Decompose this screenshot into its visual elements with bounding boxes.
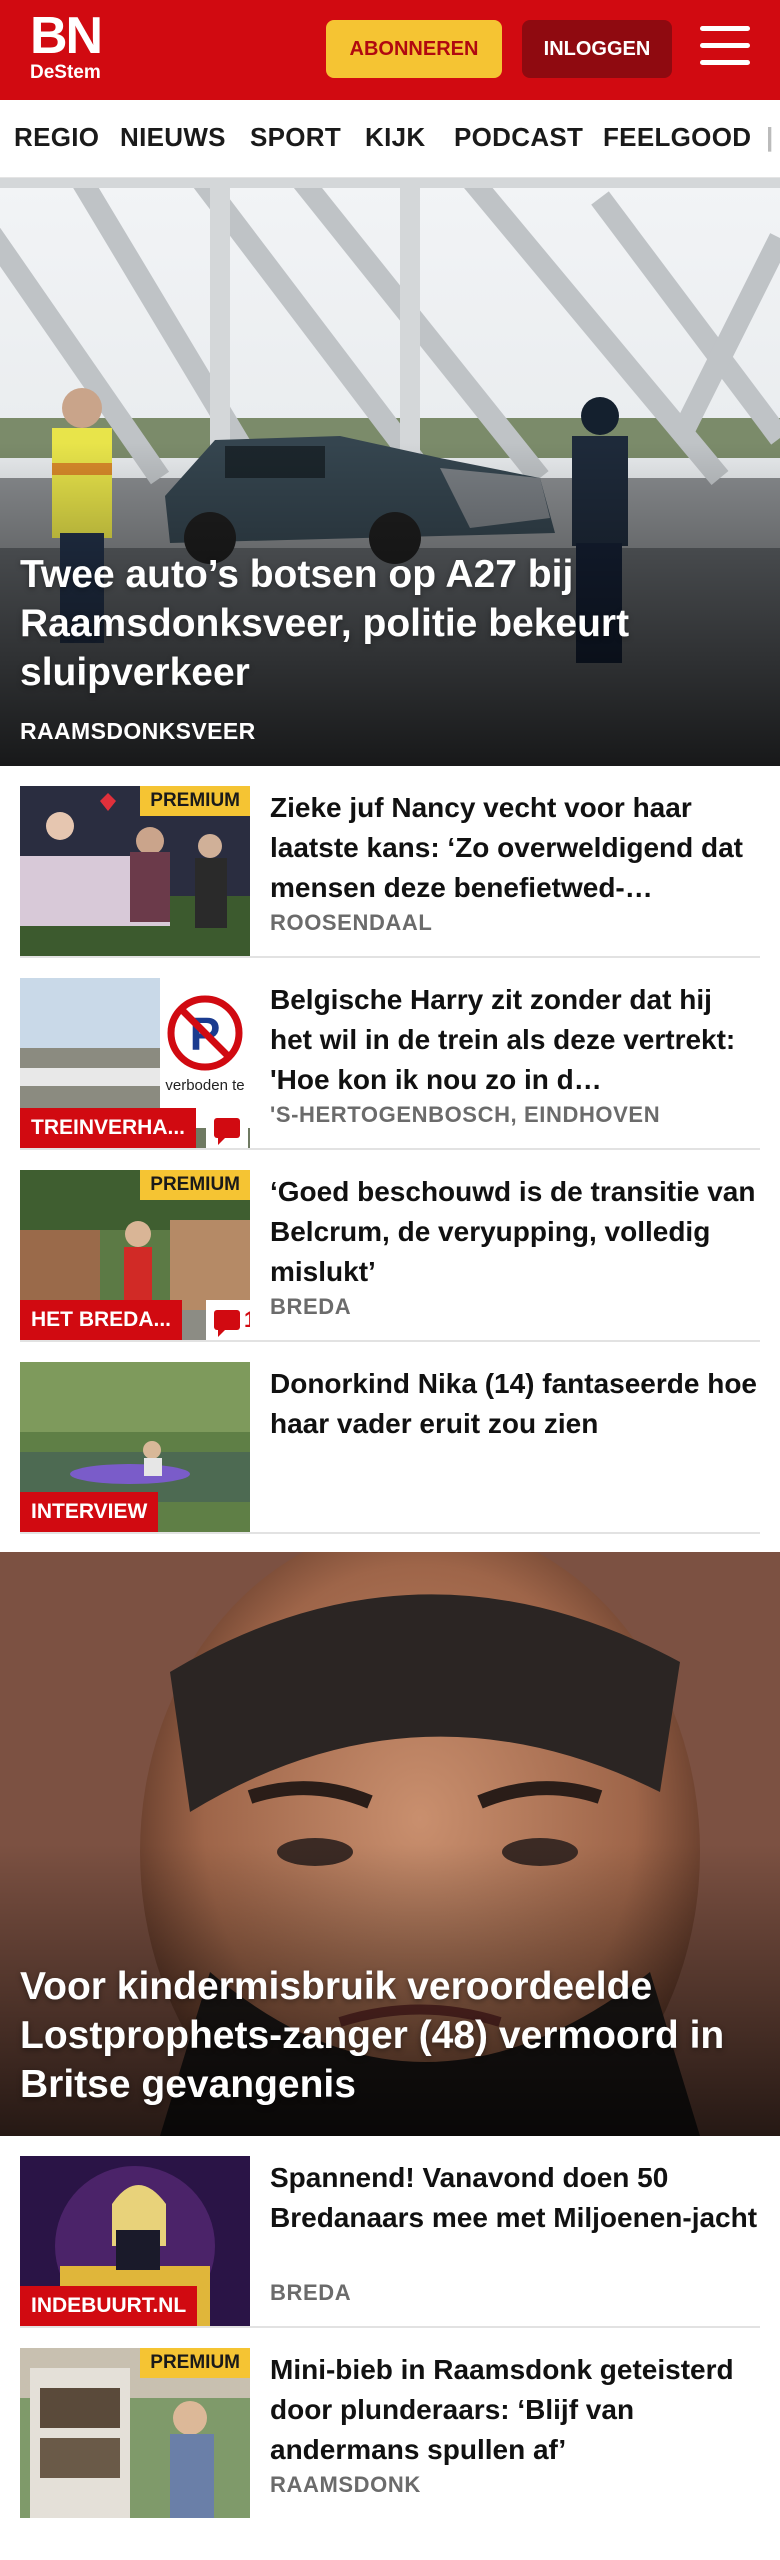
category-label[interactable]: HET BREDA... <box>20 1300 183 1340</box>
nav-item-podcast[interactable]: PODCAST <box>454 122 583 153</box>
section-nav: REGIO NIEUWS SPORT KIJK PODCAST FEELGOOD… <box>0 100 780 178</box>
nav-item-feelgood[interactable]: FEELGOOD <box>603 122 751 153</box>
nav-item-nieuws[interactable]: NIEUWS <box>120 122 226 153</box>
hero-title: Twee auto’s botsen op A27 bij Raamsdonks… <box>20 553 630 694</box>
article-title: Spannend! Vanavond doen 50 Bredanaars me… <box>270 2162 758 2233</box>
article-thumbnail: PREMIUM HET BREDA... 1 <box>20 1170 250 1340</box>
article-location: BREDA <box>270 2280 352 2305</box>
sign-text: verboden te <box>165 1077 244 1094</box>
premium-badge: PREMIUM <box>140 786 250 816</box>
site-logo[interactable]: BN DeStem <box>30 10 120 90</box>
top-header: BN DeStem ABONNEREN INLOGGEN <box>0 0 780 100</box>
article-title: ‘Goed beschouwd is de transitie van Belc… <box>270 1176 756 1287</box>
nav-item-kijk[interactable]: KIJK <box>365 122 425 153</box>
article-title: Belgische Harry zit zonder dat hij het w… <box>270 984 736 1095</box>
nav-overflow-indicator: | <box>766 122 774 152</box>
article-location: BREDA <box>270 1294 352 1319</box>
logo-subtext: DeStem <box>30 62 101 83</box>
hero-location: RAAMSDONKSVEER <box>20 718 256 744</box>
category-label[interactable]: INTERVIEW <box>20 1492 159 1532</box>
comment-count: 1 <box>244 1307 250 1333</box>
login-button[interactable]: INLOGGEN <box>522 20 672 78</box>
article-title: Mini-bieb in Raamsdonk geteisterd door p… <box>270 2354 734 2465</box>
article-thumbnail: P verboden te TREINVERHA... <box>20 978 250 1148</box>
hero-article-2[interactable]: Voor kindermisbruik veroordeelde Lostpro… <box>0 1552 780 2136</box>
nav-item-sport[interactable]: SPORT <box>250 122 341 153</box>
category-label[interactable]: TREINVERHA... <box>20 1108 197 1148</box>
article-item[interactable]: INDEBUURT.NL Spannend! Vanavond doen 50 … <box>0 2136 780 2328</box>
article-title: Zieke juf Nancy vecht voor haar laatste … <box>270 792 744 903</box>
category-label[interactable]: INDEBUURT.NL <box>20 2286 198 2326</box>
logo-text: BN <box>30 7 103 65</box>
article-location: RAAMSDONK <box>270 2472 421 2497</box>
article-thumbnail: INTERVIEW <box>20 1362 250 1532</box>
hero2-title: Voor kindermisbruik veroordeelde Lostpro… <box>20 1965 725 2106</box>
article-thumbnail: INDEBUURT.NL <box>20 2156 250 2326</box>
article-item[interactable]: PREMIUM Mini-bieb in Raamsdonk geteister… <box>0 2328 780 2520</box>
article-item[interactable]: P verboden te TREINVERHA... Belgische Ha… <box>0 958 780 1150</box>
comments-indicator[interactable]: 1 <box>206 1300 250 1340</box>
premium-badge: PREMIUM <box>140 1170 250 1200</box>
article-item[interactable]: PREMIUM Zieke juf Nancy vecht voor haar … <box>0 766 780 958</box>
divider <box>20 1532 760 1534</box>
comment-bubble-icon <box>214 1118 240 1145</box>
article-item[interactable]: PREMIUM HET BREDA... 1 ‘Goed beschouwd i… <box>0 1150 780 1342</box>
subscribe-button[interactable]: ABONNEREN <box>326 20 502 78</box>
article-location: ROOSENDAAL <box>270 910 433 935</box>
article-title: Donorkind Nika (14) fantaseerde hoe haar… <box>270 1368 758 1439</box>
comments-indicator[interactable] <box>206 1108 248 1148</box>
comment-bubble-icon <box>214 1310 240 1337</box>
premium-badge: PREMIUM <box>140 2348 250 2378</box>
article-thumbnail: PREMIUM <box>20 2348 250 2518</box>
article-item[interactable]: INTERVIEW Donorkind Nika (14) fantaseerd… <box>0 1342 780 1534</box>
nav-item-regio[interactable]: REGIO <box>14 122 99 153</box>
hero-article[interactable]: Twee auto’s botsen op A27 bij Raamsdonks… <box>0 178 780 766</box>
article-thumbnail: PREMIUM <box>20 786 250 956</box>
hamburger-menu-icon[interactable] <box>700 26 750 72</box>
article-location: 'S-HERTOGENBOSCH, EINDHOVEN <box>270 1102 661 1127</box>
